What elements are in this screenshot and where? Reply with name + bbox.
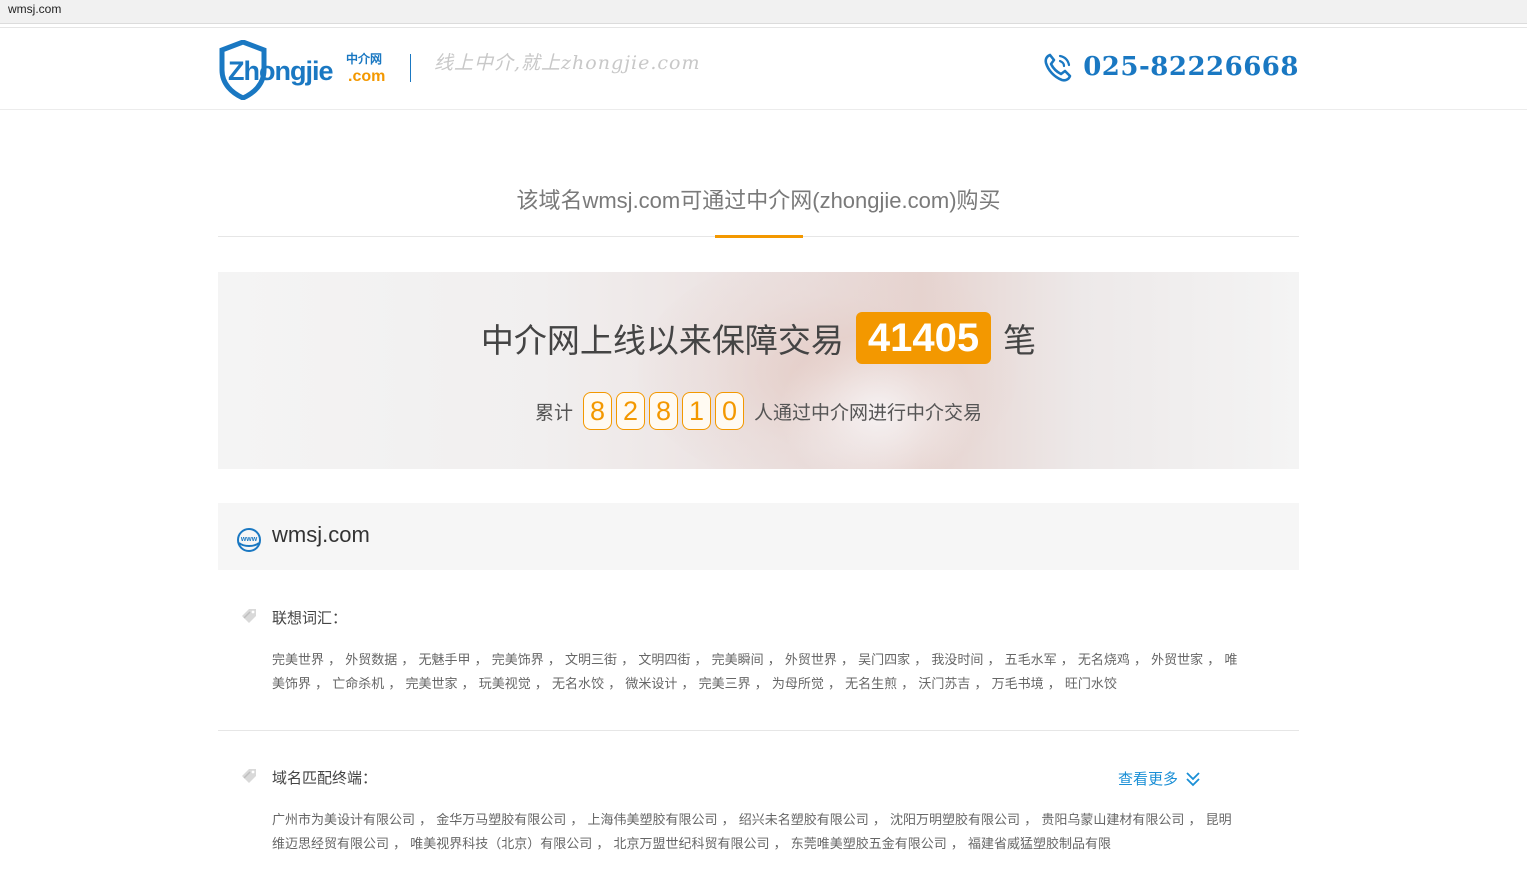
address-bar[interactable]: wmsj.com — [0, 0, 1527, 24]
association-label: 联想词汇： — [272, 609, 348, 627]
digit-box: 0 — [715, 392, 744, 430]
svg-text:www: www — [240, 536, 258, 543]
logo-wordmark: Zhongjie — [228, 56, 333, 86]
domain-name-bar: www wmsj.com — [218, 503, 1299, 570]
digit-box: 8 — [583, 392, 612, 430]
user-count-digits: 8 2 8 1 0 — [581, 392, 746, 430]
double-chevron-down-icon — [1186, 771, 1200, 786]
url-text: wmsj.com — [8, 2, 62, 16]
phone-contact: 025-82226668 — [1041, 50, 1299, 84]
association-words: 完美世界 ， 外贸数据 ， 无魅手甲 ， 完美饰界 ， 文明三街 ， 文明四街 … — [272, 653, 1238, 692]
user-stat-suffix: 人通过中介网进行中介交易 — [754, 402, 983, 424]
zhongjie-logo[interactable]: Zhongjie 中介网 .com — [218, 40, 390, 100]
user-stat-prefix: 累计 — [534, 402, 573, 424]
stats-banner: 中介网上线以来保障交易 41405 笔 累计 8 2 8 1 0 人通过中介网进… — [218, 272, 1299, 469]
domain-name: wmsj.com — [272, 522, 370, 547]
page-title-block: 该域名wmsj.com可通过中介网(zhongjie.com)购买 — [218, 183, 1299, 238]
trade-count-badge: 41405 — [855, 312, 992, 364]
logo-com-text: .com — [348, 68, 386, 85]
user-stat-line: 累计 8 2 8 1 0 人通过中介网进行中介交易 — [218, 392, 1299, 430]
logo-cn-text: 中介网 — [346, 52, 383, 66]
www-globe-icon: www — [237, 528, 261, 552]
tag-icon — [242, 769, 256, 783]
title-accent-underline — [715, 235, 803, 238]
digit-box: 8 — [649, 392, 678, 430]
phone-number: 025-82226668 — [1083, 52, 1299, 82]
digit-box: 2 — [616, 392, 645, 430]
view-more-link[interactable]: 查看更多 — [1118, 768, 1202, 789]
trade-stat-suffix: 笔 — [1003, 322, 1037, 359]
association-words-section: 联想词汇： 完美世界 ， 外贸数据 ， 无魅手甲 ， 完美饰界 ， 文明三街 ，… — [218, 600, 1299, 731]
trade-stat-prefix: 中介网上线以来保障交易 — [480, 322, 844, 359]
trade-stat-line: 中介网上线以来保障交易 41405 笔 — [218, 312, 1299, 364]
slogan-divider — [410, 54, 411, 82]
phone-icon — [1044, 53, 1072, 82]
view-more-label: 查看更多 — [1118, 770, 1179, 788]
slogan: 线上中介,就上zhongjie.com — [434, 52, 701, 74]
domain-matches-section: 域名匹配终端： 查看更多 广州市为美设计有限公司 ， 金华万马塑胶有限公司 ， … — [218, 760, 1299, 890]
domain-matches-label: 域名匹配终端： — [272, 769, 378, 787]
tag-icon — [242, 609, 256, 623]
site-header: Zhongjie 中介网 .com 线上中介,就上zhongjie.com 02… — [0, 28, 1527, 110]
page-title: 该域名wmsj.com可通过中介网(zhongjie.com)购买 — [516, 188, 1001, 213]
domain-matches-list: 广州市为美设计有限公司 ， 金华万马塑胶有限公司 ， 上海伟美塑胶有限公司 ， … — [272, 813, 1232, 852]
digit-box: 1 — [682, 392, 711, 430]
